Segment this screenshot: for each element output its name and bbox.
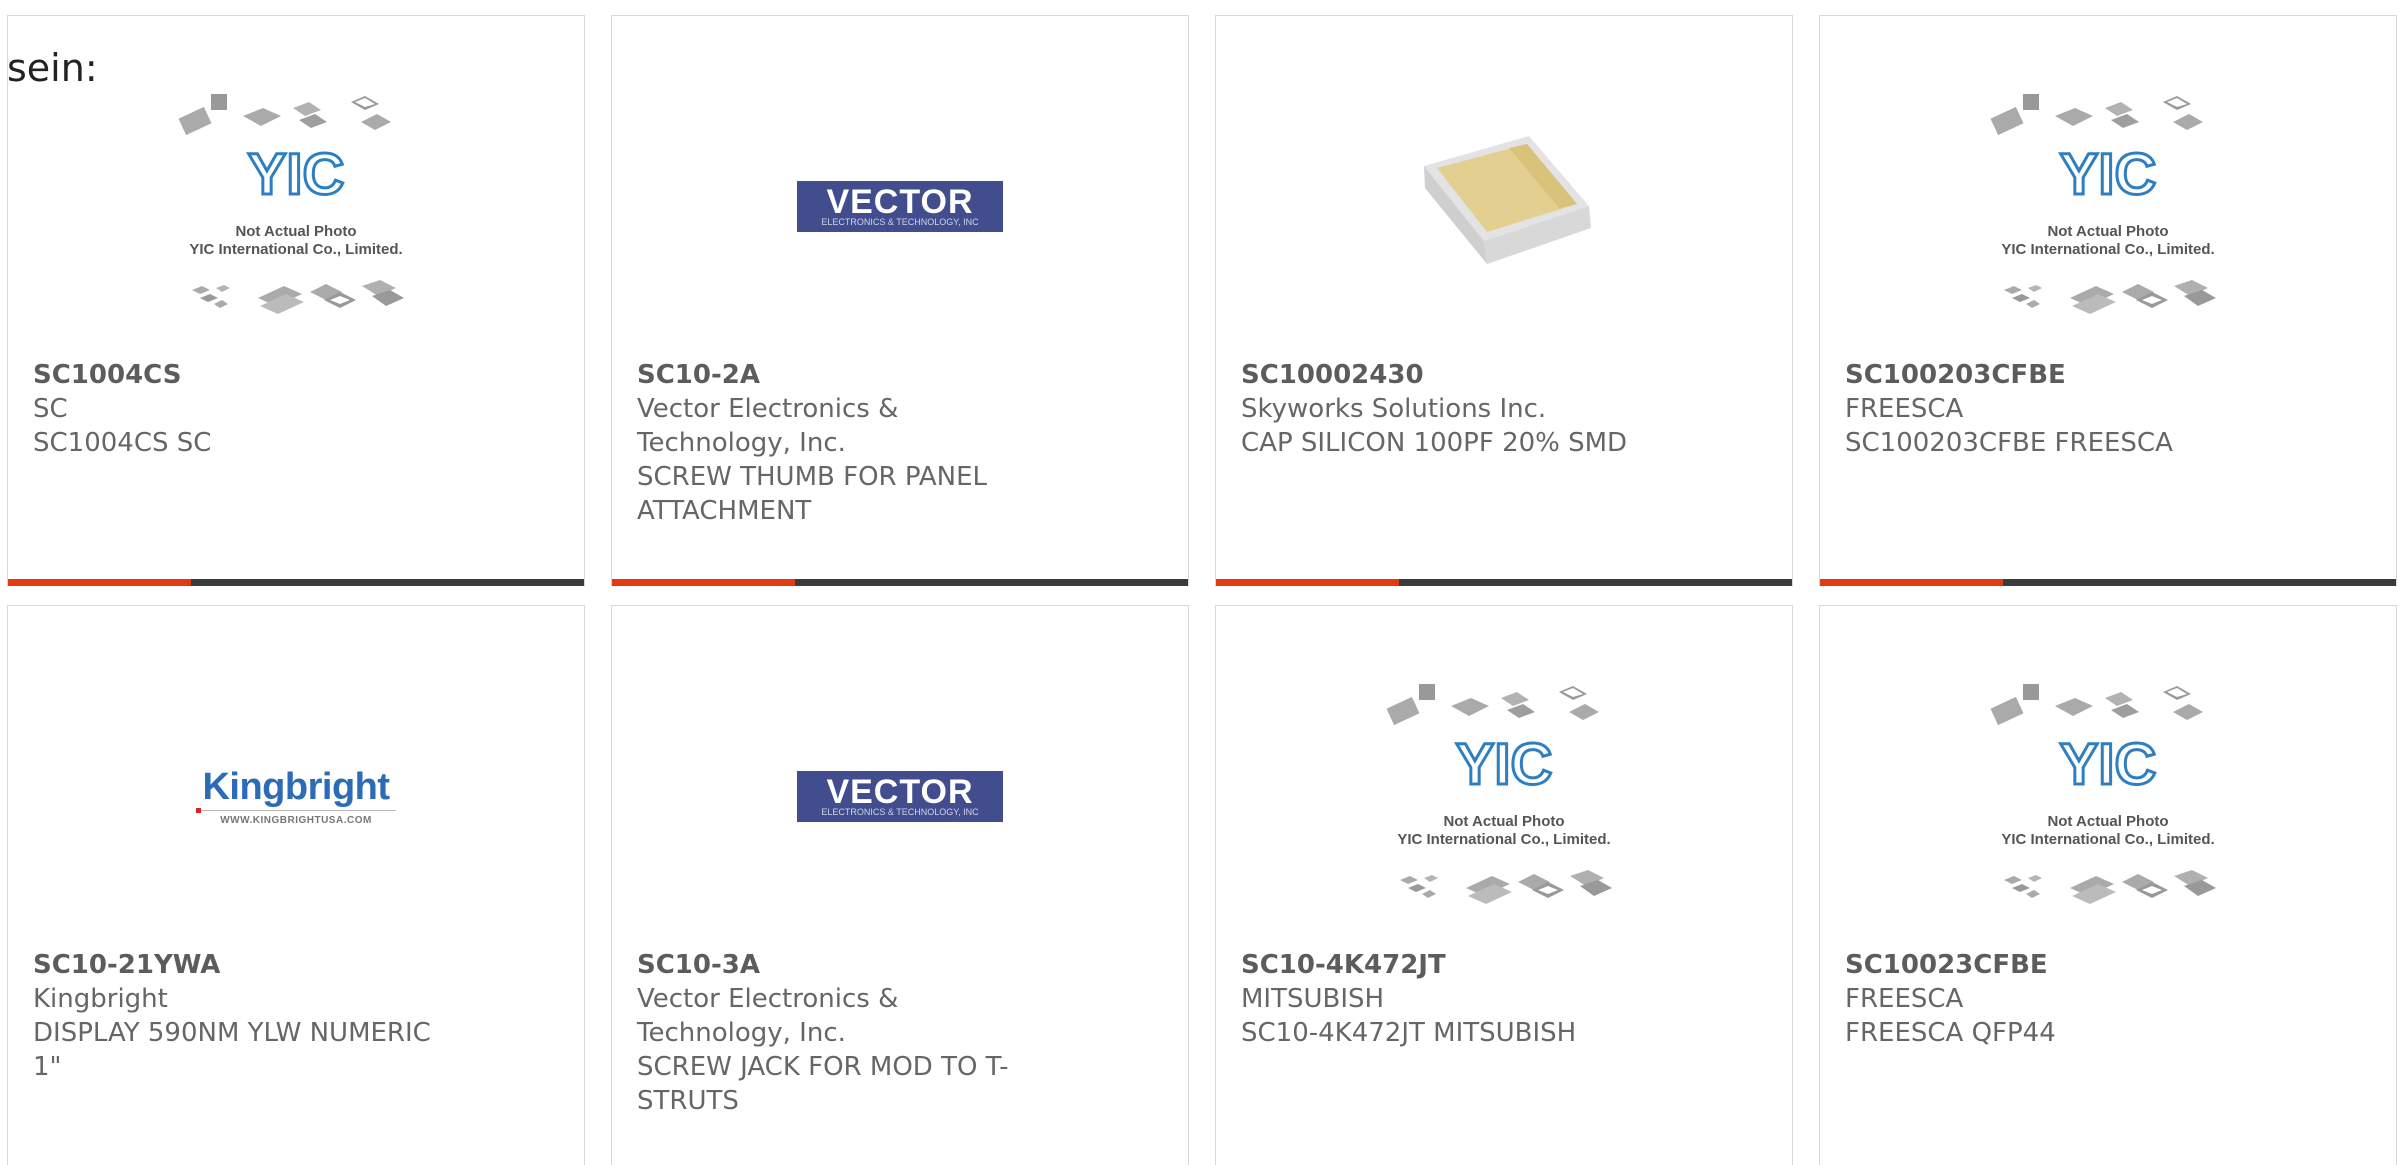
product-card[interactable]: YIC Not Actual Photo YIC International C… bbox=[7, 15, 585, 586]
svg-text:YIC International Co., Limited: YIC International Co., Limited. bbox=[1397, 831, 1610, 848]
svg-text:YIC International Co., Limited: YIC International Co., Limited. bbox=[2001, 831, 2214, 848]
svg-text:Not Actual Photo: Not Actual Photo bbox=[2047, 223, 2168, 240]
description: DISPLAY 590NM YLW NUMERIC 1" bbox=[33, 1018, 431, 1082]
product-image[interactable] bbox=[1216, 56, 1792, 356]
product-card[interactable]: YIC Not Actual Photo YIC International C… bbox=[1215, 605, 1793, 1165]
svg-text:YIC International Co., Limited: YIC International Co., Limited. bbox=[189, 241, 402, 258]
part-number[interactable]: SC10023CFBE bbox=[1845, 948, 2265, 982]
part-number[interactable]: SC10-21YWA bbox=[33, 948, 453, 982]
description: SC100203CFBE FREESCA bbox=[1845, 428, 2173, 458]
not-actual-photo-image: YIC Not Actual Photo YIC International C… bbox=[1990, 94, 2216, 314]
not-actual-photo-image: YIC Not Actual Photo YIC International C… bbox=[1386, 684, 1612, 904]
manufacturer: FREESCA bbox=[1845, 984, 1964, 1014]
product-image[interactable]: VECTOR ELECTRONICS & TECHNOLOGY, INC bbox=[612, 56, 1188, 356]
description: CAP SILICON 100PF 20% SMD bbox=[1241, 428, 1628, 458]
description: FREESCA QFP44 bbox=[1845, 1018, 2056, 1048]
product-image[interactable]: Kingbright WWW.KINGBRIGHTUSA.COM bbox=[8, 646, 584, 946]
svg-text:YIC: YIC bbox=[2060, 142, 2157, 207]
capacitor-photo bbox=[1424, 136, 1591, 264]
kingbright-logo: Kingbright WWW.KINGBRIGHTUSA.COM bbox=[196, 767, 396, 826]
manufacturer: Kingbright bbox=[33, 984, 168, 1014]
not-actual-photo-image: YIC Not Actual Photo YIC International C… bbox=[1990, 684, 2216, 904]
product-image[interactable]: YIC Not Actual Photo YIC International C… bbox=[1820, 646, 2396, 946]
product-card[interactable]: YIC Not Actual Photo YIC International C… bbox=[1819, 15, 2397, 586]
part-number[interactable]: SC1004CS bbox=[33, 358, 453, 392]
product-image[interactable]: VECTOR ELECTRONICS & TECHNOLOGY, INC bbox=[612, 646, 1188, 946]
manufacturer: Skyworks Solutions Inc. bbox=[1241, 394, 1547, 424]
svg-text:YIC: YIC bbox=[1456, 732, 1553, 797]
part-number[interactable]: SC10-3A bbox=[637, 948, 1057, 982]
description: SC1004CS SC bbox=[33, 428, 212, 458]
description: SCREW THUMB FOR PANEL ATTACHMENT bbox=[637, 462, 988, 526]
manufacturer: FREESCA bbox=[1845, 394, 1964, 424]
manufacturer: Vector Electronics & Technology, Inc. bbox=[637, 394, 899, 458]
description: SCREW JACK FOR MOD TO T-STRUTS bbox=[637, 1052, 1009, 1116]
product-card[interactable]: VECTOR ELECTRONICS & TECHNOLOGY, INC SC1… bbox=[611, 15, 1189, 586]
not-actual-photo-image: YIC Not Actual Photo YIC International C… bbox=[178, 94, 404, 314]
product-image[interactable]: YIC Not Actual Photo YIC International C… bbox=[8, 56, 584, 356]
manufacturer: MITSUBISH bbox=[1241, 984, 1385, 1014]
product-card[interactable]: Kingbright WWW.KINGBRIGHTUSA.COM SC10-21… bbox=[7, 605, 585, 1165]
product-card[interactable]: VECTOR ELECTRONICS & TECHNOLOGY, INC SC1… bbox=[611, 605, 1189, 1165]
part-number[interactable]: SC10002430 bbox=[1241, 358, 1661, 392]
page-prefix-text: sein: bbox=[7, 46, 98, 90]
vector-logo: VECTOR ELECTRONICS & TECHNOLOGY, INC bbox=[797, 770, 1003, 822]
svg-text:Not Actual Photo: Not Actual Photo bbox=[235, 223, 356, 240]
svg-text:Not Actual Photo: Not Actual Photo bbox=[1443, 813, 1564, 830]
product-card[interactable]: YIC Not Actual Photo YIC International C… bbox=[1819, 605, 2397, 1165]
svg-text:YIC International Co., Limited: YIC International Co., Limited. bbox=[2001, 241, 2214, 258]
card-bottom-bar bbox=[8, 579, 584, 586]
part-number[interactable]: SC10-2A bbox=[637, 358, 1057, 392]
card-bottom-bar bbox=[1216, 579, 1792, 586]
vector-logo: VECTOR ELECTRONICS & TECHNOLOGY, INC bbox=[797, 180, 1003, 232]
description: SC10-4K472JT MITSUBISH bbox=[1241, 1018, 1577, 1048]
manufacturer: Vector Electronics & Technology, Inc. bbox=[637, 984, 899, 1048]
card-bottom-bar bbox=[1820, 579, 2396, 586]
part-number[interactable]: SC10-4K472JT bbox=[1241, 948, 1661, 982]
part-number[interactable]: SC100203CFBE bbox=[1845, 358, 2265, 392]
product-image[interactable]: YIC Not Actual Photo YIC International C… bbox=[1820, 56, 2396, 356]
svg-text:YIC: YIC bbox=[2060, 732, 2157, 797]
product-image[interactable]: YIC Not Actual Photo YIC International C… bbox=[1216, 646, 1792, 946]
svg-text:YIC: YIC bbox=[248, 142, 345, 207]
svg-text:Not Actual Photo: Not Actual Photo bbox=[2047, 813, 2168, 830]
manufacturer: SC bbox=[33, 394, 68, 424]
card-bottom-bar bbox=[612, 579, 1188, 586]
product-card[interactable]: SC10002430 Skyworks Solutions Inc. CAP S… bbox=[1215, 15, 1793, 586]
